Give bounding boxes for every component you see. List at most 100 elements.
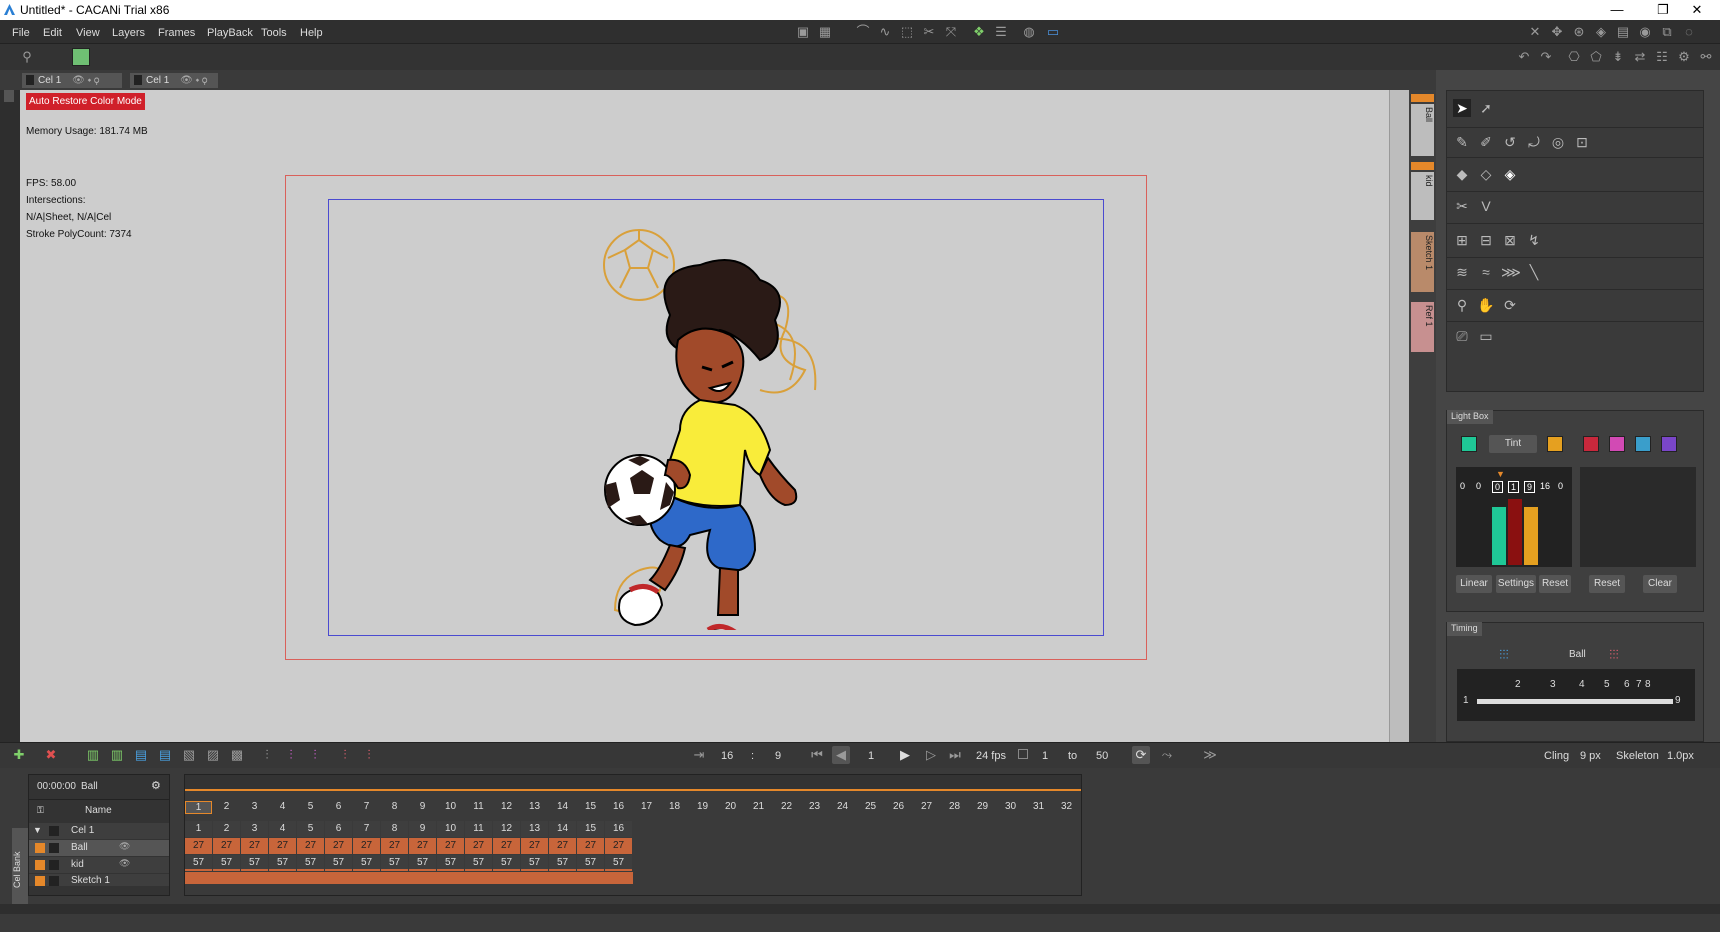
insert-frame-icon[interactable]: ▥ xyxy=(108,746,126,764)
curve-tool-icon[interactable]: ⌒ xyxy=(854,23,872,41)
timeline-cell[interactable]: 11 xyxy=(465,821,492,837)
frame-ruler[interactable]: 1 2 3 4 5 6 7 8 9 10 11 12 13 14 15 16 17 18 19 20 21 22 23 24 2… xyxy=(185,799,1081,815)
tool-a-icon[interactable]: ✕ xyxy=(1526,23,1544,41)
tool-m-icon[interactable]: ☷ xyxy=(1653,48,1671,66)
cling-value[interactable]: 9 px xyxy=(1580,750,1601,762)
tool-n-icon[interactable]: ⚙ xyxy=(1675,48,1693,66)
frame-number[interactable]: 32 xyxy=(1053,801,1080,812)
frame-number[interactable]: 1 xyxy=(185,801,212,814)
select-rect-icon[interactable]: ⬚ xyxy=(898,23,916,41)
tool-c-icon[interactable]: ⊛ xyxy=(1570,23,1588,41)
timeline-cell[interactable]: 2 xyxy=(213,821,240,837)
canvas-scrollbar[interactable] xyxy=(1389,90,1409,742)
minimize-button[interactable]: — xyxy=(1594,0,1640,20)
rotate-icon[interactable]: ⟳ xyxy=(1501,296,1519,314)
tool-e-icon[interactable]: ▤ xyxy=(1614,23,1632,41)
layer-row-cel[interactable]: ▼ Cel 1 xyxy=(29,823,169,839)
frame-tool-j-icon[interactable]: ⫶ xyxy=(360,746,378,764)
frame-number[interactable]: 3 xyxy=(241,801,268,812)
drawing-canvas[interactable]: Auto Restore Color Mode Memory Usage: 18… xyxy=(20,90,1409,742)
frame-number[interactable]: 12 xyxy=(493,801,520,812)
timeline-cell[interactable]: 27 xyxy=(521,838,548,854)
menu-tools[interactable]: Tools xyxy=(261,27,287,39)
frame-number[interactable]: 4 xyxy=(269,801,296,812)
transform-icon[interactable]: ⤧ xyxy=(942,23,960,41)
timeline-cell[interactable]: 27 xyxy=(185,838,212,854)
lightbox-sliders-right[interactable] xyxy=(1580,467,1696,567)
timeline-cell[interactable]: 27 xyxy=(437,838,464,854)
brush-icon[interactable]: ✐ xyxy=(1477,133,1495,151)
timeline-cell[interactable]: 27 xyxy=(577,838,604,854)
timeline-cell[interactable]: 27 xyxy=(353,838,380,854)
timeline-scroll[interactable] xyxy=(185,775,1081,789)
add-layer-icon[interactable]: ✚ xyxy=(10,746,28,764)
timeline-cell[interactable]: 27 xyxy=(241,838,268,854)
tool-g-icon[interactable]: ⧉ xyxy=(1658,23,1676,41)
frame-tool-icon[interactable]: ▤ xyxy=(132,746,150,764)
timeline-cell[interactable]: 57 xyxy=(325,855,352,871)
timeline-cell[interactable]: 16 xyxy=(605,821,632,837)
delete-layer-icon[interactable]: ✖ xyxy=(42,746,60,764)
redo-icon[interactable]: ↷ xyxy=(1537,48,1555,66)
settings-button[interactable]: Settings xyxy=(1496,575,1536,593)
timeline-cell[interactable]: 57 xyxy=(297,855,324,871)
menu-file[interactable]: File xyxy=(12,27,30,39)
lightbox-color-red[interactable] xyxy=(1583,436,1599,452)
add-frame-icon[interactable]: ▥ xyxy=(84,746,102,764)
timeline-cell[interactable]: 3 xyxy=(241,821,268,837)
move-icon[interactable]: ✥ xyxy=(1548,23,1566,41)
timing-chart[interactable]: 1 2 3 4 5 6 7 8 9 xyxy=(1457,669,1695,721)
fps-setting[interactable]: 24 fps xyxy=(976,750,1006,762)
warp-b-icon[interactable]: ⊟ xyxy=(1477,231,1495,249)
tool-d-icon[interactable]: ◈ xyxy=(1592,23,1610,41)
lasso-select-icon[interactable]: ➚ xyxy=(1477,99,1495,117)
monitor-icon[interactable]: ▭ xyxy=(1477,327,1495,345)
hand-icon[interactable]: ✋ xyxy=(1477,296,1495,314)
timeline-cell[interactable]: 7 xyxy=(353,821,380,837)
cel-bank-tab[interactable]: Cel Bank xyxy=(12,828,28,912)
timeline-cell[interactable]: 27 xyxy=(493,838,520,854)
side-layer-ref[interactable]: Ref 1 xyxy=(1411,302,1434,352)
timeline-cell[interactable]: 6 xyxy=(325,821,352,837)
bulb-icon[interactable]: ◍ xyxy=(1020,23,1038,41)
frame-number[interactable]: 23 xyxy=(801,801,828,812)
deform-c-icon[interactable]: ⋙ xyxy=(1501,263,1521,281)
skeleton-value[interactable]: 1.0px xyxy=(1667,750,1694,762)
frame-number[interactable]: 7 xyxy=(353,801,380,812)
tab-cel-1[interactable]: Cel 1 👁 ⬩ ⚲ xyxy=(22,73,122,88)
ellipse-icon[interactable]: ◎ xyxy=(1549,133,1567,151)
warp-icon[interactable]: ⊞ xyxy=(1453,231,1471,249)
layer-row-kid[interactable]: kid 👁 xyxy=(29,857,169,873)
menu-view[interactable]: View xyxy=(76,27,100,39)
timeline-cell[interactable]: 4 xyxy=(269,821,296,837)
eye-icon[interactable]: 👁 ⬩ ⚲ xyxy=(180,75,207,86)
loop-icon[interactable]: ⟳ xyxy=(1132,746,1150,764)
frame-tool-c-icon[interactable]: ▧ xyxy=(180,746,198,764)
menu-help[interactable]: Help xyxy=(300,27,323,39)
frame-number[interactable]: 25 xyxy=(857,801,884,812)
deform-b-icon[interactable]: ≈ xyxy=(1477,263,1495,281)
side-layer-ball[interactable]: Ball xyxy=(1411,104,1434,156)
timeline-cell[interactable]: 57 xyxy=(381,855,408,871)
frame-tool-h-icon[interactable]: ⫶ xyxy=(306,746,324,764)
timeline-cell[interactable]: 27 xyxy=(409,838,436,854)
timeline-grid[interactable]: 1 2 3 4 5 6 7 8 9 10 11 12 13 14 15 16 17 18 19 20 21 22 23 24 2… xyxy=(184,774,1082,896)
timeline-cell[interactable]: 57 xyxy=(577,855,604,871)
frame-number[interactable]: 6 xyxy=(325,801,352,812)
timeline-cell[interactable]: 27 xyxy=(549,838,576,854)
display-icon[interactable]: ▭ xyxy=(1044,23,1062,41)
timing-left-icon[interactable]: ⫶⫶⫶ xyxy=(1499,647,1509,663)
timeline-cell[interactable]: 57 xyxy=(185,855,212,871)
line-icon[interactable]: ╲ xyxy=(1525,263,1543,281)
frame-number[interactable]: 18 xyxy=(661,801,688,812)
frame-number[interactable]: 15 xyxy=(577,801,604,812)
timeline-cell[interactable]: 57 xyxy=(605,855,632,871)
color-swatch-icon[interactable] xyxy=(72,48,90,66)
timeline-cell[interactable]: 57 xyxy=(269,855,296,871)
timeline-cell[interactable]: 27 xyxy=(269,838,296,854)
warp-c-icon[interactable]: ⊠ xyxy=(1501,231,1519,249)
next-frame-icon[interactable]: ▷ xyxy=(922,746,940,764)
frame-tool-f-icon[interactable]: ⫶ xyxy=(258,746,276,764)
linear-button[interactable]: Linear xyxy=(1456,575,1492,593)
timeline-cell[interactable]: 13 xyxy=(521,821,548,837)
